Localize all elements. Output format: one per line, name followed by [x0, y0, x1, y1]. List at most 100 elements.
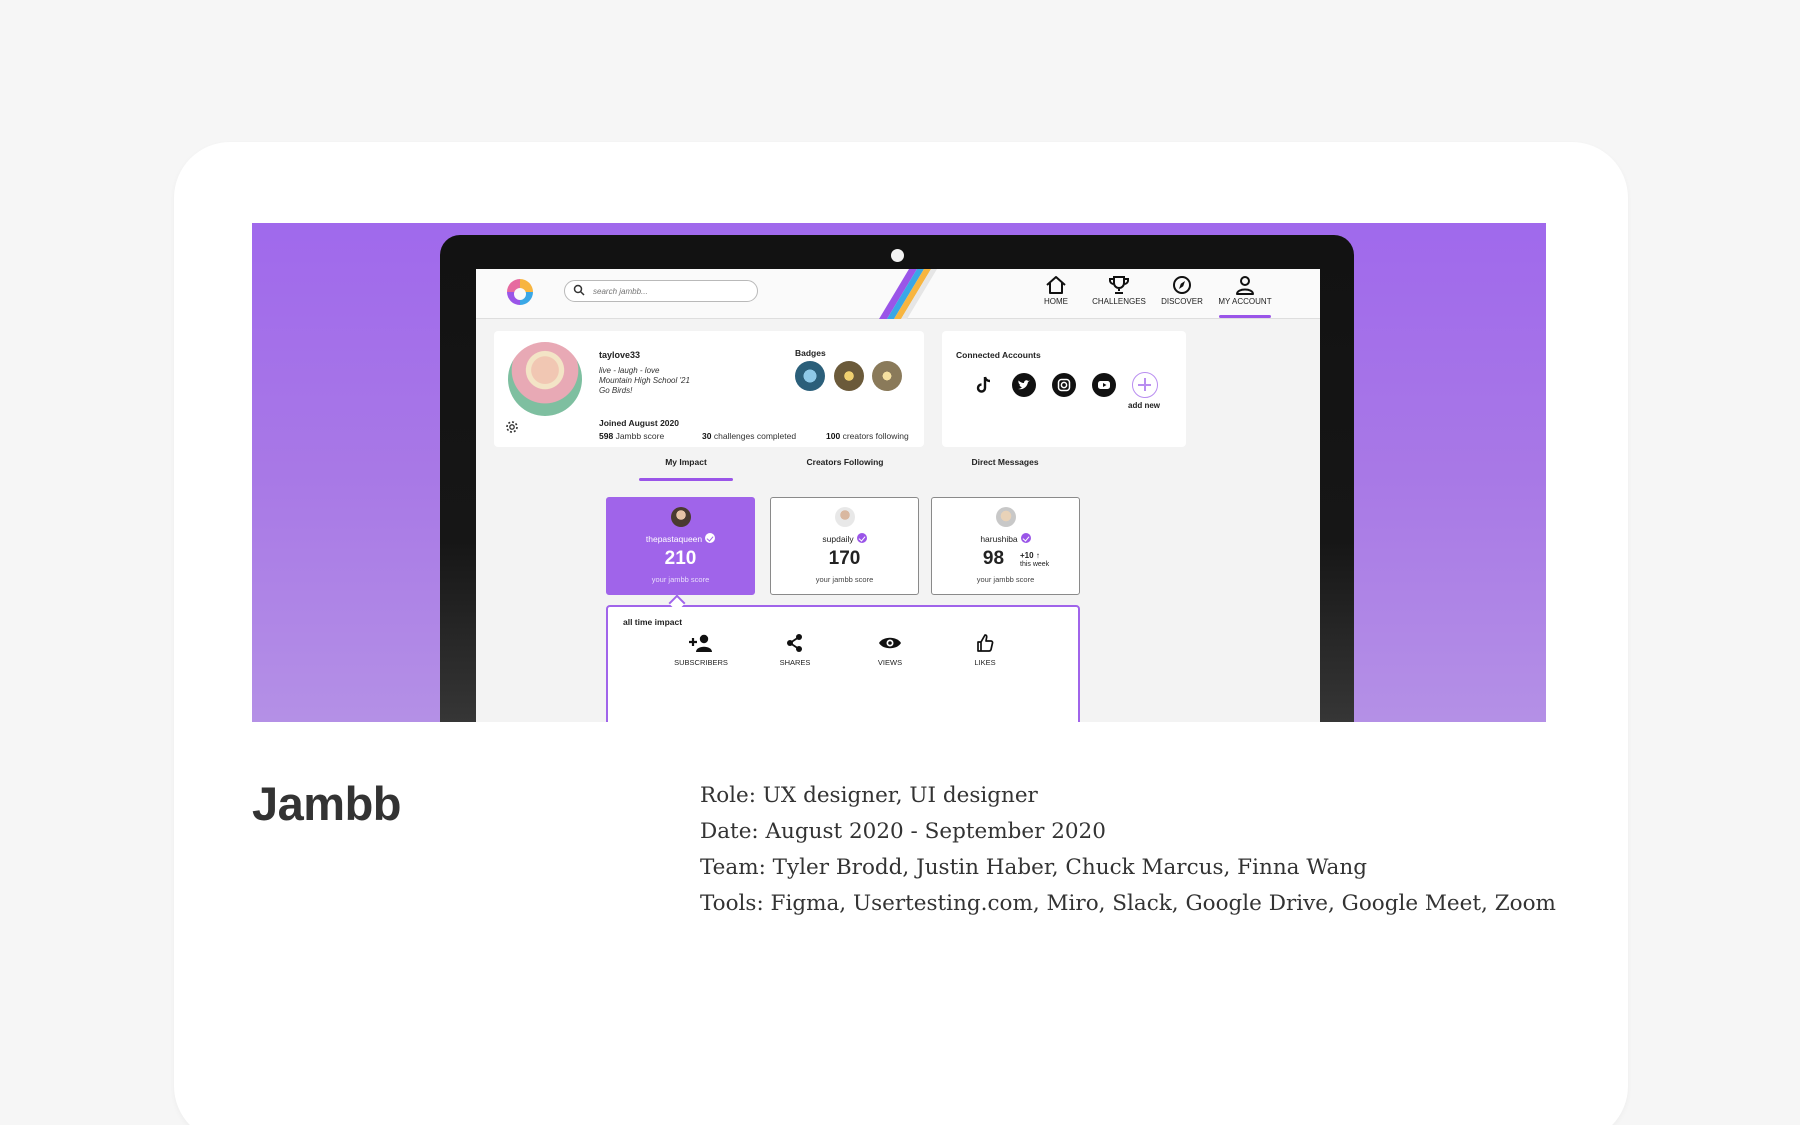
creator-score-label: your jambb score — [815, 575, 874, 584]
tiktok-icon[interactable] — [972, 373, 996, 397]
creator-avatar — [835, 507, 855, 527]
creator-card[interactable]: harushiba 98 +10 ↑ this week your jambb s… — [931, 497, 1080, 595]
creator-score-label: your jambb score — [976, 575, 1035, 584]
creator-score: 170 — [828, 548, 861, 569]
eye-icon — [879, 637, 901, 649]
bio-line: live - laugh - love — [599, 366, 660, 375]
delta-label: this week — [1020, 561, 1050, 568]
laptop-mockup: HOME CHALLENGES DISCOVER MY ACCOUNT — [440, 235, 1354, 722]
thumbs-up-icon — [977, 634, 994, 652]
metric-label: VIEWS — [877, 658, 903, 667]
verified-icon — [1020, 533, 1031, 543]
challenges-stat: 30 challenges completed — [702, 431, 796, 441]
nav-home-label: HOME — [1044, 297, 1068, 306]
bio-line: Mountain High School '21 — [599, 376, 690, 385]
twitter-icon[interactable] — [1012, 373, 1036, 397]
nav-my-account-label: MY ACCOUNT — [1218, 297, 1272, 306]
metric-likes[interactable]: LIKES — [955, 633, 1015, 667]
badge-icon[interactable] — [834, 361, 864, 391]
home-icon — [1046, 276, 1066, 294]
tab-my-impact[interactable]: My Impact — [639, 457, 733, 481]
connected-accounts-card: Connected Accounts add new — [942, 331, 1186, 447]
project-role: Role: UX designer, UI designer — [700, 783, 1038, 808]
challenges-value: 30 — [702, 431, 712, 441]
creator-avatar — [996, 507, 1016, 527]
creator-card[interactable]: supdaily 170 your jambb score — [770, 497, 919, 595]
top-nav: HOME CHALLENGES DISCOVER MY ACCOUNT — [476, 269, 1320, 319]
following-label: creators following — [842, 431, 909, 441]
creator-score: 98 — [982, 548, 1005, 569]
creator-score-label: your jambb score — [651, 575, 710, 584]
search-input[interactable] — [593, 284, 743, 298]
tab-creators-following[interactable]: Creators Following — [798, 457, 892, 473]
nav-discover[interactable]: DISCOVER — [1150, 275, 1214, 315]
impact-title: all time impact — [623, 617, 683, 627]
metric-shares[interactable]: SHARES — [765, 633, 825, 667]
all-time-impact-panel: all time impact SUBSCRIBERS SHARES VIEWS… — [606, 605, 1080, 722]
search-bar[interactable] — [564, 280, 758, 302]
creator-name: supdaily — [822, 534, 854, 544]
following-value: 100 — [826, 431, 841, 441]
project-meta: Role: UX designer, UI designer Date: Aug… — [700, 778, 1556, 922]
profile-bio: live - laugh - love Mountain High School… — [599, 366, 690, 396]
verified-icon — [705, 533, 716, 543]
metric-label: LIKES — [974, 658, 996, 667]
search-icon — [573, 284, 585, 296]
project-title: Jambb — [252, 777, 402, 830]
gear-icon[interactable] — [505, 420, 519, 434]
jambb-score-label: Jambb score — [615, 431, 665, 441]
creator-name-row: supdaily — [771, 533, 918, 544]
delta-value: +10 — [1020, 551, 1034, 560]
connected-accounts-title: Connected Accounts — [956, 350, 1041, 360]
creator-name: harushiba — [980, 534, 1018, 544]
instagram-icon[interactable] — [1052, 373, 1076, 397]
add-account-button[interactable] — [1132, 372, 1158, 398]
jambb-score-value: 598 — [599, 431, 614, 441]
share-icon — [787, 634, 802, 652]
add-new-label: add new — [1128, 401, 1161, 410]
nav-challenges-label: CHALLENGES — [1092, 297, 1146, 306]
following-stat: 100 creators following — [826, 431, 909, 441]
verified-icon — [856, 533, 867, 543]
creator-avatar — [671, 507, 691, 527]
jambb-logo-icon[interactable] — [507, 279, 533, 305]
camera-dot — [891, 249, 904, 262]
add-person-icon — [689, 634, 712, 652]
nav-my-account[interactable]: MY ACCOUNT — [1213, 275, 1277, 318]
metric-views[interactable]: VIEWS — [860, 633, 920, 667]
up-arrow-icon: ↑ — [1035, 551, 1040, 560]
profile-username: taylove33 — [599, 350, 641, 360]
weekly-delta: +10 ↑ this week — [1020, 551, 1049, 569]
joined-date: Joined August 2020 — [599, 418, 679, 428]
metric-label: SUBSCRIBERS — [674, 658, 728, 667]
nav-home[interactable]: HOME — [1024, 275, 1088, 315]
brand-stripes — [879, 269, 937, 319]
user-icon — [1236, 276, 1254, 295]
challenges-label: challenges completed — [713, 431, 797, 441]
creator-card[interactable]: thepastaqueen 210 your jambb score — [606, 497, 755, 595]
project-tools: Tools: Figma, Usertesting.com, Miro, Sla… — [700, 891, 1556, 916]
badge-icon[interactable] — [872, 361, 902, 391]
nav-discover-label: DISCOVER — [1161, 297, 1203, 306]
nav-challenges[interactable]: CHALLENGES — [1087, 275, 1151, 315]
creator-score: 210 — [664, 548, 697, 569]
badge-icon[interactable] — [795, 361, 825, 391]
tab-direct-messages[interactable]: Direct Messages — [958, 457, 1052, 473]
bio-line: Go Birds! — [599, 386, 633, 395]
metric-subscribers[interactable]: SUBSCRIBERS — [671, 633, 731, 667]
app-screen: HOME CHALLENGES DISCOVER MY ACCOUNT — [476, 269, 1320, 722]
hero-image: HOME CHALLENGES DISCOVER MY ACCOUNT — [252, 223, 1546, 722]
creator-name-row: thepastaqueen — [607, 533, 754, 544]
profile-card: taylove33 live - laugh - love Mountain H… — [494, 331, 924, 447]
avatar[interactable] — [508, 342, 582, 416]
youtube-icon[interactable] — [1092, 373, 1116, 397]
metric-label: SHARES — [779, 658, 811, 667]
compass-icon — [1173, 276, 1191, 294]
jambb-score-stat: 598 Jambb score — [599, 431, 664, 441]
project-team: Team: Tyler Brodd, Justin Haber, Chuck M… — [700, 855, 1367, 880]
badges-title: Badges — [795, 348, 826, 358]
creator-name-row: harushiba — [932, 533, 1079, 544]
creator-name: thepastaqueen — [645, 534, 703, 544]
trophy-icon — [1109, 276, 1129, 294]
project-date: Date: August 2020 - September 2020 — [700, 819, 1106, 844]
